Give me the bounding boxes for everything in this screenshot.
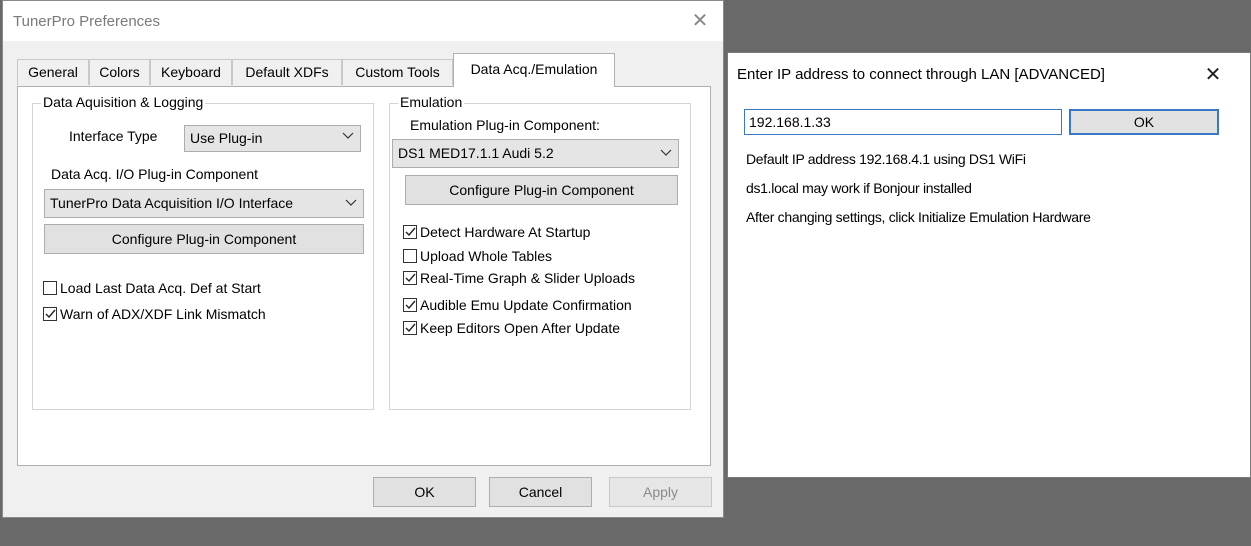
tab-general[interactable]: General <box>17 59 89 85</box>
checkbox-box <box>403 225 417 239</box>
tab-page: Data Aquisition & Logging Interface Type… <box>17 86 711 466</box>
checkbox-box <box>403 271 417 285</box>
close-icon[interactable]: ✕ <box>677 1 723 41</box>
ip-address-dialog: Enter IP address to connect through LAN … <box>727 52 1251 478</box>
checkbox-box <box>43 307 57 321</box>
data-acquisition-group: Data Aquisition & Logging Interface Type… <box>32 94 374 410</box>
checkbox-box <box>43 281 57 295</box>
upload-whole-tables-label: Upload Whole Tables <box>420 248 553 264</box>
daq-configure-plugin-button[interactable]: Configure Plug-in Component <box>44 224 364 254</box>
chevron-down-icon <box>342 132 354 139</box>
emulation-plugin-label: Emulation Plug-in Component: <box>410 117 600 133</box>
daq-plugin-label: Data Acq. I/O Plug-in Component <box>51 166 258 182</box>
realtime-uploads-label: Real-Time Graph & Slider Uploads <box>420 270 636 286</box>
checkmark-icon <box>405 273 416 283</box>
ip-address-input[interactable]: 192.168.1.33 <box>744 109 1062 135</box>
checkbox-box <box>403 298 417 312</box>
emulation-plugin-value: DS1 MED17.1.1 Audi 5.2 <box>398 145 554 161</box>
detect-hardware-checkbox[interactable]: Detect Hardware At Startup <box>403 224 590 240</box>
preferences-title: TunerPro Preferences <box>13 13 161 30</box>
tab-colors[interactable]: Colors <box>89 59 150 85</box>
load-last-data-acq-label: Load Last Data Acq. Def at Start <box>60 280 261 296</box>
checkbox-box <box>403 321 417 335</box>
checkmark-icon <box>45 309 56 319</box>
audible-confirmation-label: Audible Emu Update Confirmation <box>420 297 632 313</box>
detect-hardware-label: Detect Hardware At Startup <box>420 224 591 240</box>
ip-ok-button[interactable]: OK <box>1069 109 1219 135</box>
tab-default-xdfs[interactable]: Default XDFs <box>232 59 342 85</box>
realtime-uploads-checkbox[interactable]: Real-Time Graph & Slider Uploads <box>403 270 635 286</box>
ip-info-bonjour: ds1.local may work if Bonjour installed <box>746 180 972 196</box>
apply-button[interactable]: Apply <box>609 477 712 507</box>
checkmark-icon <box>405 323 416 333</box>
checkmark-icon <box>405 300 416 310</box>
keep-editors-open-label: Keep Editors Open After Update <box>420 320 621 336</box>
warn-link-mismatch-checkbox[interactable]: Warn of ADX/XDF Link Mismatch <box>43 306 266 322</box>
warn-link-mismatch-label: Warn of ADX/XDF Link Mismatch <box>60 306 266 322</box>
emulation-configure-plugin-button[interactable]: Configure Plug-in Component <box>405 175 678 205</box>
preferences-window: TunerPro Preferences ✕ General Colors Ke… <box>2 0 724 518</box>
preferences-titlebar[interactable]: TunerPro Preferences ✕ <box>3 1 723 41</box>
ip-info-default: Default IP address 192.168.4.1 using DS1… <box>746 151 1026 167</box>
keep-editors-open-checkbox[interactable]: Keep Editors Open After Update <box>403 320 620 336</box>
audible-confirmation-checkbox[interactable]: Audible Emu Update Confirmation <box>403 297 632 313</box>
cancel-button[interactable]: Cancel <box>489 477 592 507</box>
ok-button[interactable]: OK <box>373 477 476 507</box>
emulation-group: Emulation Emulation Plug-in Component: D… <box>389 94 691 410</box>
emulation-group-title: Emulation <box>398 94 465 110</box>
data-acquisition-group-title: Data Aquisition & Logging <box>41 94 206 110</box>
daq-plugin-value: TunerPro Data Acquisition I/O Interface <box>50 195 294 211</box>
ip-address-value: 192.168.1.33 <box>749 114 831 130</box>
ip-dialog-title: Enter IP address to connect through LAN … <box>737 66 1105 83</box>
ip-info-initialize: After changing settings, click Initializ… <box>746 209 1091 225</box>
checkmark-icon <box>405 227 416 237</box>
emulation-plugin-select[interactable]: DS1 MED17.1.1 Audi 5.2 <box>392 139 679 168</box>
interface-type-select[interactable]: Use Plug-in <box>184 125 361 152</box>
close-icon[interactable]: ✕ <box>1190 53 1236 97</box>
upload-whole-tables-checkbox[interactable]: Upload Whole Tables <box>403 248 552 264</box>
chevron-down-icon <box>660 149 672 156</box>
load-last-data-acq-checkbox[interactable]: Load Last Data Acq. Def at Start <box>43 280 261 296</box>
tab-data-acq-emulation[interactable]: Data Acq./Emulation <box>453 53 615 87</box>
checkbox-box <box>403 249 417 263</box>
tab-custom-tools[interactable]: Custom Tools <box>342 59 453 85</box>
interface-type-value: Use Plug-in <box>190 130 263 146</box>
interface-type-label: Interface Type <box>69 128 158 144</box>
tab-keyboard[interactable]: Keyboard <box>150 59 232 85</box>
daq-plugin-select[interactable]: TunerPro Data Acquisition I/O Interface <box>44 189 364 218</box>
chevron-down-icon <box>345 199 357 206</box>
